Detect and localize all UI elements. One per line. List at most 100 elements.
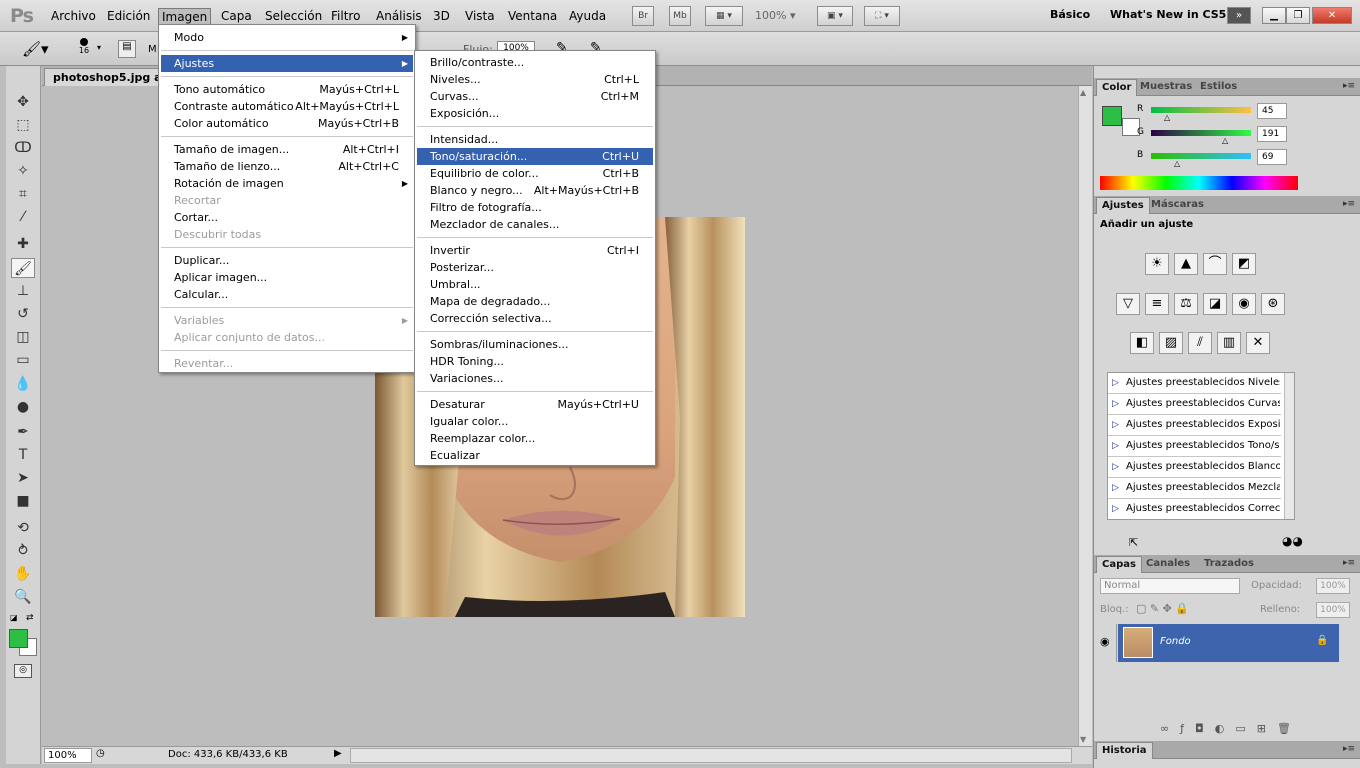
menu-item-corrección-selectiva[interactable]: Corrección selectiva... bbox=[417, 310, 653, 327]
close-button[interactable]: ✕ bbox=[1312, 7, 1352, 24]
expand-triangle-icon[interactable]: ▷ bbox=[1112, 499, 1119, 519]
layer-actions-bar[interactable]: ∞ƒ◘◐▭⊞🗑 bbox=[1160, 722, 1302, 735]
menu-item-invertir[interactable]: Invertir Ctrl+I bbox=[417, 242, 653, 259]
menu-item-blanco-y-negro[interactable]: Blanco y negro... Alt+Mayús+Ctrl+B bbox=[417, 182, 653, 199]
quick-mask-icon[interactable]: ◎ bbox=[14, 664, 32, 678]
pen-tool-icon[interactable]: ✒ bbox=[11, 422, 35, 442]
fx-icon[interactable]: ƒ bbox=[1180, 722, 1195, 735]
menu-item-tono-saturación[interactable]: Tono/saturación... Ctrl+U bbox=[417, 148, 653, 165]
preset-item[interactable]: ▷ Ajustes preestablecidos Tono/saturación bbox=[1108, 436, 1281, 457]
menu-item-variaciones[interactable]: Variaciones... bbox=[417, 370, 653, 387]
menu-item-umbral[interactable]: Umbral... bbox=[417, 276, 653, 293]
lasso-tool-icon[interactable]: ↀ bbox=[11, 138, 35, 158]
brush-dropdown-icon[interactable]: ▾ bbox=[97, 43, 101, 52]
screen-mode-button[interactable]: ⛶ ▾ bbox=[864, 6, 900, 26]
menu-archivo[interactable]: Archivo bbox=[48, 8, 99, 25]
fill-input[interactable]: 100% bbox=[1316, 602, 1350, 618]
brush-size-picker[interactable]: 16 bbox=[74, 36, 94, 55]
zoom-tool-icon[interactable]: 🔍 bbox=[11, 587, 35, 607]
gradient-tool-icon[interactable]: ▭ bbox=[11, 350, 35, 370]
eyedropper-tool-icon[interactable]: ⁄ bbox=[11, 207, 35, 227]
hue-saturation-icon[interactable]: ≡ bbox=[1145, 293, 1169, 315]
arrange-documents-button[interactable]: ▣ ▾ bbox=[817, 6, 853, 26]
menu-item-intensidad[interactable]: Intensidad... bbox=[417, 131, 653, 148]
menu-seleccion[interactable]: Selección bbox=[262, 8, 325, 25]
menu-item-posterizar[interactable]: Posterizar... bbox=[417, 259, 653, 276]
gradient-map-icon[interactable]: ▥ bbox=[1217, 332, 1241, 354]
brightness-contrast-icon[interactable]: ☀ bbox=[1145, 253, 1169, 275]
tab-capas[interactable]: Capas bbox=[1096, 556, 1142, 573]
more-workspaces-button[interactable]: » bbox=[1227, 7, 1251, 24]
menu-item-hdr-toning[interactable]: HDR Toning... bbox=[417, 353, 653, 370]
menu-item-niveles[interactable]: Niveles... Ctrl+L bbox=[417, 71, 653, 88]
horizontal-scrollbar[interactable] bbox=[350, 748, 1072, 763]
r-slider-handle-icon[interactable]: △ bbox=[1164, 113, 1170, 122]
color-ramp[interactable] bbox=[1100, 176, 1298, 190]
menu-item-desaturar[interactable]: Desaturar Mayús+Ctrl+U bbox=[417, 396, 653, 413]
type-tool-icon[interactable]: T bbox=[11, 445, 35, 465]
curves-icon[interactable]: ⌒ bbox=[1203, 253, 1227, 275]
tab-trazados[interactable]: Trazados bbox=[1199, 556, 1259, 573]
menu-item-exposición[interactable]: Exposición... bbox=[417, 105, 653, 122]
clip-to-layer-icon[interactable]: ◕◕ bbox=[1282, 534, 1303, 548]
tab-mascaras[interactable]: Máscaras bbox=[1146, 197, 1209, 214]
bridge-button[interactable]: Br bbox=[632, 6, 654, 26]
menu-item-aplicar-imagen[interactable]: Aplicar imagen... bbox=[161, 269, 413, 286]
channel-mixer-icon[interactable]: ⊛ bbox=[1261, 293, 1285, 315]
expand-triangle-icon[interactable]: ▷ bbox=[1112, 478, 1119, 498]
link-icon[interactable]: ∞ bbox=[1160, 722, 1180, 735]
tab-muestras[interactable]: Muestras bbox=[1135, 79, 1197, 96]
adjustment-layer-icon[interactable]: ◐ bbox=[1215, 722, 1236, 735]
preset-item[interactable]: ▷ Ajustes preestablecidos Exposición bbox=[1108, 415, 1281, 436]
hand-tool-icon[interactable]: ✋ bbox=[11, 564, 35, 584]
opacity-input[interactable]: 100% bbox=[1316, 578, 1350, 594]
g-input[interactable]: 191 bbox=[1257, 126, 1287, 142]
posterize-icon[interactable]: ▨ bbox=[1159, 332, 1183, 354]
levels-icon[interactable]: ▲ bbox=[1174, 253, 1198, 275]
marquee-tool-icon[interactable]: ⬚ bbox=[11, 115, 35, 135]
minimize-button[interactable]: ▁ bbox=[1262, 7, 1286, 24]
menu-item-equilibrio-de-color[interactable]: Equilibrio de color... Ctrl+B bbox=[417, 165, 653, 182]
eraser-tool-icon[interactable]: ◫ bbox=[11, 327, 35, 347]
menu-item-contraste-automático[interactable]: Contraste automático Alt+Mayús+Ctrl+L bbox=[161, 98, 413, 115]
menu-3d[interactable]: 3D bbox=[430, 8, 453, 25]
expand-triangle-icon[interactable]: ▷ bbox=[1112, 415, 1119, 435]
preset-item[interactable]: ▷ Ajustes preestablecidos Niveles bbox=[1108, 373, 1281, 394]
menu-item-tono-automático[interactable]: Tono automático Mayús+Ctrl+L bbox=[161, 81, 413, 98]
tab-ajustes[interactable]: Ajustes bbox=[1096, 197, 1150, 214]
threshold-icon[interactable]: ⫽ bbox=[1188, 332, 1212, 354]
new-layer-icon[interactable]: ⊞ bbox=[1257, 722, 1277, 735]
menu-item-brillo-contraste[interactable]: Brillo/contraste... bbox=[417, 54, 653, 71]
menu-edicion[interactable]: Edición bbox=[104, 8, 153, 25]
menu-item-ajustes[interactable]: Ajustes ▶ bbox=[161, 55, 413, 72]
tab-historia[interactable]: Historia bbox=[1096, 742, 1153, 759]
menu-item-mapa-de-degradado[interactable]: Mapa de degradado... bbox=[417, 293, 653, 310]
r-input[interactable]: 45 bbox=[1257, 103, 1287, 119]
preset-item[interactable]: ▷ Ajustes preestablecidos Curvas bbox=[1108, 394, 1281, 415]
menu-item-color-automático[interactable]: Color automático Mayús+Ctrl+B bbox=[161, 115, 413, 132]
presets-scrollbar[interactable] bbox=[1284, 373, 1294, 519]
menu-analisis[interactable]: Análisis bbox=[373, 8, 425, 25]
menu-item-rotación-de-imagen[interactable]: Rotación de imagen ▶ bbox=[161, 175, 413, 192]
eye-icon[interactable]: ◉ bbox=[1100, 635, 1116, 648]
lock-icons[interactable]: ▢ ✎ ✥ 🔒 bbox=[1136, 602, 1189, 615]
g-slider-handle-icon[interactable]: △ bbox=[1222, 136, 1228, 145]
restore-button[interactable]: ❐ bbox=[1286, 7, 1310, 24]
blend-mode-select[interactable]: Normal bbox=[1100, 578, 1240, 594]
scroll-down-icon[interactable]: ▼ bbox=[1080, 735, 1086, 744]
scroll-up-icon[interactable]: ▲ bbox=[1080, 88, 1086, 97]
panel-menu-icon[interactable]: ▸≡ bbox=[1343, 81, 1355, 91]
brush-panel-toggle-icon[interactable]: ▤ bbox=[118, 40, 136, 58]
expand-triangle-icon[interactable]: ▷ bbox=[1112, 457, 1119, 477]
menu-item-calcular[interactable]: Calcular... bbox=[161, 286, 413, 303]
trash-icon[interactable]: 🗑 bbox=[1277, 722, 1302, 735]
vertical-scrollbar[interactable]: ▲ ▼ bbox=[1078, 86, 1092, 746]
menu-ventana[interactable]: Ventana bbox=[505, 8, 560, 25]
menu-item-tamaño-de-imagen[interactable]: Tamaño de imagen... Alt+Ctrl+I bbox=[161, 141, 413, 158]
status-menu-arrow-icon[interactable]: ▶ bbox=[334, 748, 342, 759]
document-tab[interactable]: photoshop5.jpg al bbox=[44, 68, 175, 86]
rectangle-tool-icon[interactable]: ■ bbox=[11, 491, 35, 511]
move-tool-icon[interactable]: ✥ bbox=[11, 92, 35, 112]
tab-estilos[interactable]: Estilos bbox=[1195, 79, 1242, 96]
3d-rotate-tool-icon[interactable]: ⟲ bbox=[11, 518, 35, 538]
